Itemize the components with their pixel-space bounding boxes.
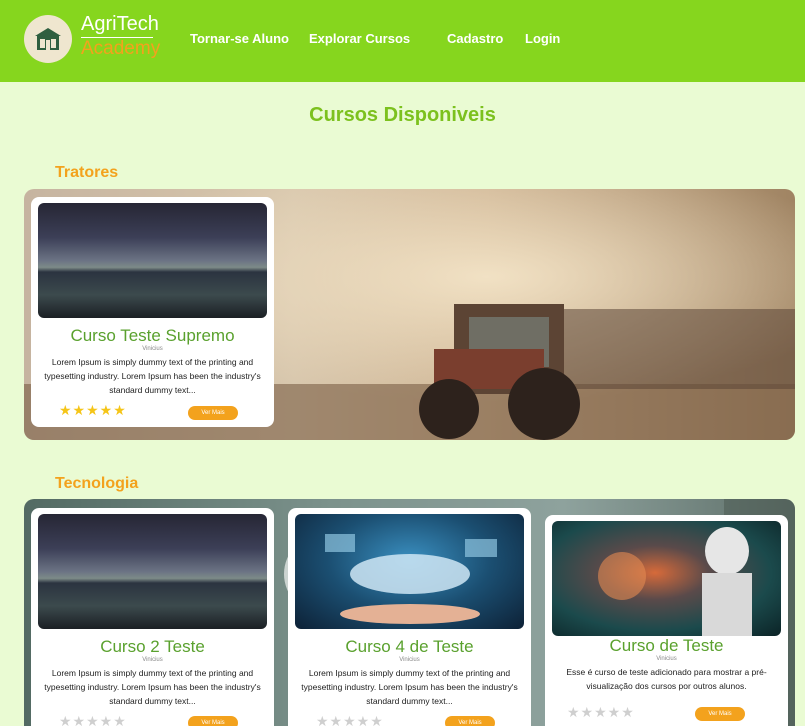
course-description: Lorem Ipsum is simply dummy text of the … <box>44 357 261 395</box>
course-description: Esse é curso de teste adicionado para mo… <box>566 667 767 691</box>
course-title: Curso Teste Supremo <box>70 326 235 345</box>
world-map-hand-image <box>325 534 497 624</box>
barn-icon <box>35 28 61 50</box>
course-description: Lorem Ipsum is simply dummy text of the … <box>44 668 261 706</box>
top-navbar: AgriTech Academy Tornar-se Aluno Explora… <box>0 0 805 82</box>
brand-line1: AgriTech <box>81 13 159 35</box>
ver-mais-button[interactable]: Ver Mais <box>445 716 495 726</box>
course-title: Curso de Teste <box>609 636 724 655</box>
category-title-tecnologia: Tecnologia <box>55 475 139 492</box>
ver-mais-button[interactable]: Ver Mais <box>188 716 238 726</box>
course-author: Vinicius <box>142 657 163 663</box>
course-thumbnail <box>295 514 524 629</box>
nav-link-explorar-cursos[interactable]: Explorar Cursos <box>309 31 410 46</box>
rating-stars: ★★★★★ <box>567 704 635 720</box>
rating-stars: ★★★★★ <box>59 713 127 726</box>
category-title-tratores: Tratores <box>55 164 119 181</box>
course-author: Vinicius <box>142 346 163 352</box>
ver-mais-button[interactable]: Ver Mais <box>188 406 238 420</box>
ver-mais-button[interactable]: Ver Mais <box>695 707 745 721</box>
course-thumbnail <box>38 203 267 318</box>
page-title: Cursos Disponiveis <box>309 104 496 126</box>
course-card[interactable]: Curso 4 de Teste Vinicius Lorem Ipsum is… <box>288 508 531 726</box>
nav-link-tornar-se-aluno[interactable]: Tornar-se Aluno <box>190 31 289 46</box>
category-banner-tratores: Curso Teste Supremo Vinicius Lorem Ipsum… <box>24 189 795 440</box>
robot-image <box>598 527 752 636</box>
brand-line2: Academy <box>81 38 161 59</box>
course-title: Curso 2 Teste <box>100 637 205 656</box>
course-card[interactable]: Curso Teste Supremo Vinicius Lorem Ipsum… <box>31 197 274 427</box>
category-banner-tecnologia: Curso 2 Teste Vinicius Lorem Ipsum is si… <box>24 499 795 726</box>
course-author: Vinicius <box>399 657 420 663</box>
rating-stars: ★★★★★ <box>59 402 127 418</box>
course-thumbnail <box>38 514 267 629</box>
course-thumbnail <box>552 521 781 636</box>
course-author: Vinicius <box>656 656 677 662</box>
course-card[interactable]: Curso 2 Teste Vinicius Lorem Ipsum is si… <box>31 508 274 726</box>
course-title: Curso 4 de Teste <box>345 637 474 656</box>
rating-stars: ★★★★★ <box>316 713 384 726</box>
nav-link-cadastro[interactable]: Cadastro <box>447 31 503 46</box>
logo[interactable] <box>24 15 72 63</box>
brand-name[interactable]: AgriTech Academy <box>81 13 171 59</box>
nav-link-login[interactable]: Login <box>525 31 560 46</box>
course-card[interactable]: Curso de Teste Vinicius Esse é curso de … <box>545 515 788 726</box>
course-description: Lorem Ipsum is simply dummy text of the … <box>301 668 518 706</box>
